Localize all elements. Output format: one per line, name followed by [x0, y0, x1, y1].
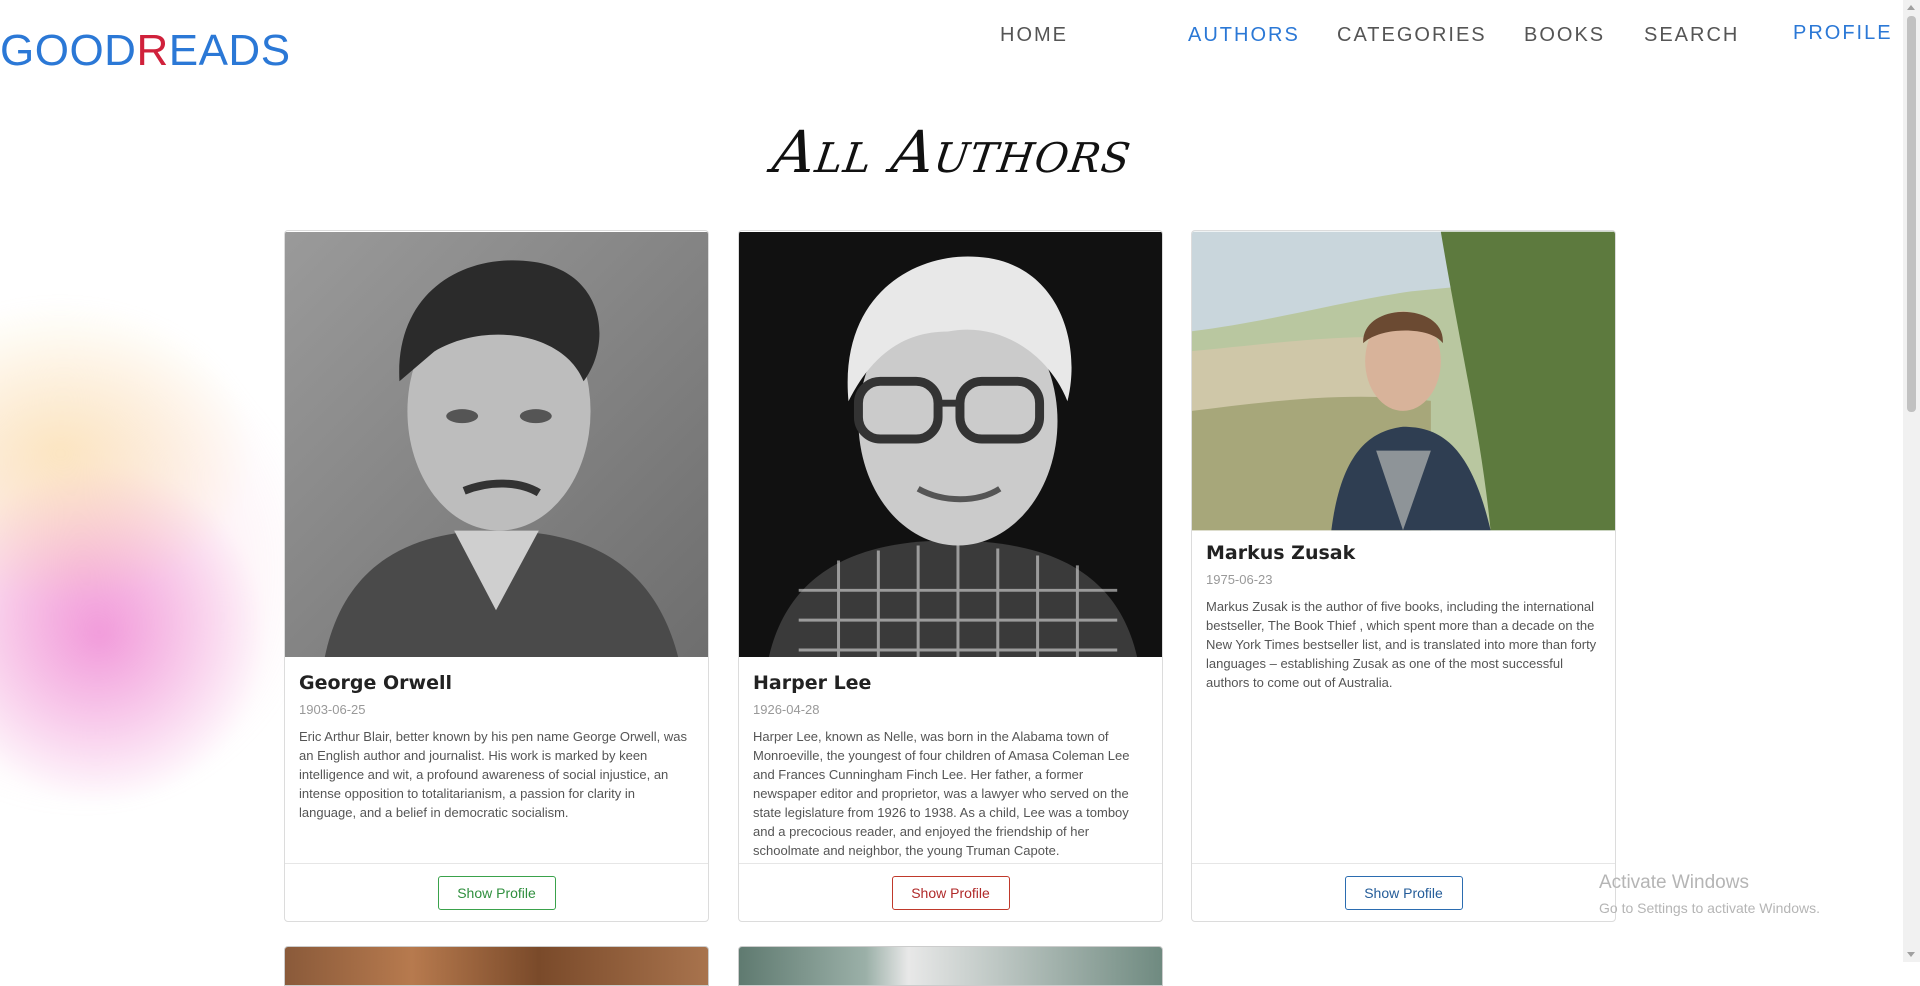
- show-profile-button[interactable]: Show Profile: [1344, 875, 1463, 910]
- nav-home[interactable]: HOME: [1000, 24, 1068, 47]
- decorative-paint-splash: [0, 300, 320, 840]
- author-bio: Eric Arthur Blair, better known by his p…: [299, 729, 688, 820]
- scrollbar-thumb[interactable]: [1907, 16, 1916, 412]
- author-photo-harper-lee: [739, 232, 1162, 657]
- card-footer: Show Profile: [1192, 863, 1615, 921]
- nav-authors[interactable]: AUTHORS: [1188, 24, 1300, 47]
- scroll-down-arrow-icon[interactable]: [1907, 952, 1915, 957]
- author-card-partial: [738, 946, 1163, 986]
- nav-search[interactable]: SEARCH: [1644, 24, 1739, 47]
- nav-profile[interactable]: PROFILE: [1793, 22, 1893, 45]
- author-photo-markus-zusak: [1192, 231, 1615, 531]
- watermark-title: Activate Windows: [1599, 872, 1749, 893]
- show-profile-button[interactable]: Show Profile: [891, 875, 1010, 910]
- author-name[interactable]: Markus Zusak: [1206, 542, 1601, 564]
- site-logo[interactable]: GOODREADS: [0, 26, 291, 76]
- author-birth-date: 1926-04-28: [753, 702, 820, 717]
- author-card: Markus Zusak 1975-06-23 Markus Zusak is …: [1191, 230, 1616, 922]
- author-bio: Markus Zusak is the author of five books…: [1206, 599, 1597, 690]
- page-title: All Authors: [768, 118, 1137, 186]
- author-card: Harper Lee 1926-04-28 Harper Lee, known …: [738, 230, 1163, 922]
- author-card: George Orwell 1903-06-25 Eric Arthur Bla…: [284, 230, 709, 922]
- watermark-subtitle: Go to Settings to activate Windows.: [1599, 900, 1820, 916]
- author-card-partial: [284, 946, 709, 986]
- card-footer: Show Profile: [285, 863, 708, 921]
- card-footer: Show Profile: [739, 863, 1162, 921]
- scroll-up-arrow-icon[interactable]: [1907, 5, 1915, 10]
- author-name[interactable]: Harper Lee: [753, 672, 1148, 694]
- windows-activation-watermark: Activate Windows Go to Settings to activ…: [1599, 872, 1820, 916]
- author-birth-date: 1975-06-23: [1206, 572, 1273, 587]
- author-bio: Harper Lee, known as Nelle, was born in …: [753, 729, 1130, 858]
- author-name[interactable]: George Orwell: [299, 672, 694, 694]
- vertical-scrollbar[interactable]: [1903, 0, 1920, 962]
- nav-categories[interactable]: CATEGORIES: [1337, 24, 1487, 47]
- show-profile-button[interactable]: Show Profile: [437, 875, 556, 910]
- author-photo-george-orwell: [285, 232, 708, 657]
- main-nav: HOME AUTHORS CATEGORIES BOOKS SEARCH PRO…: [920, 20, 1920, 50]
- nav-books[interactable]: BOOKS: [1524, 24, 1605, 47]
- author-birth-date: 1903-06-25: [299, 702, 366, 717]
